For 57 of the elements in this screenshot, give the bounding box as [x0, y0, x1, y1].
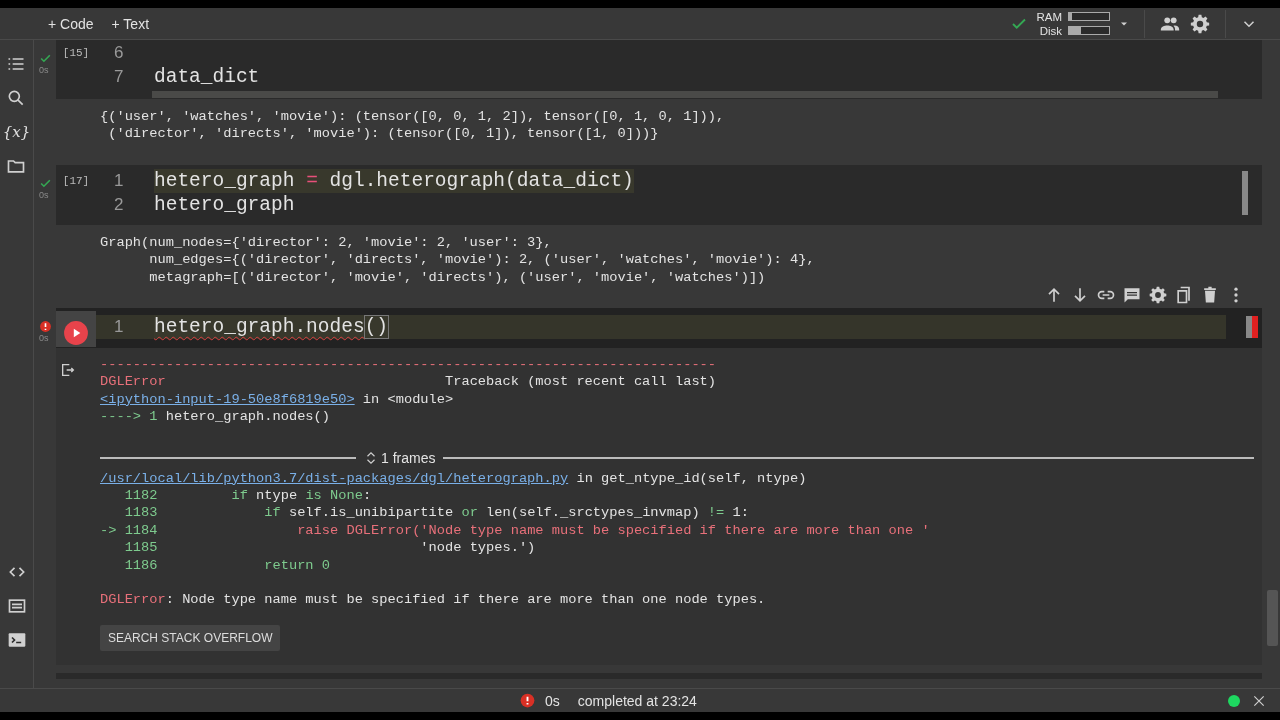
search-stack-overflow-button[interactable]: SEARCH STACK OVERFLOW [100, 624, 281, 651]
terminal-icon[interactable] [6, 630, 27, 650]
run-time: 0s [39, 189, 49, 200]
output-line: 1185 'node types.') [123, 539, 537, 557]
code-editor[interactable]: [17] 1 hetero_graph = dgl.heterograph(data_dict) 2 hetero_graph [56, 164, 1262, 225]
meter-label: RAM [1036, 9, 1062, 24]
run-time: 0s [39, 65, 49, 75]
comment-icon[interactable] [1122, 285, 1142, 306]
scrollbar-thumb[interactable] [1267, 590, 1278, 646]
execution-count: [17] [62, 174, 90, 187]
file-link[interactable]: /usr/local/lib/python3.7/dist-packages/dgl/heterograph.py [100, 470, 569, 486]
line-number: 1 [113, 169, 125, 192]
line-number: 6 [113, 42, 125, 64]
add-button[interactable]: + Code [42, 13, 100, 34]
close-icon[interactable] [1252, 693, 1266, 708]
output-line: -> 1184 raise DGLError('Node type name must be specified if there are more than one ' [100, 521, 931, 540]
frames-toggle[interactable]: 1 frames [364, 449, 436, 466]
output-line: Graph(num_nodes={'director': 2, 'movie': 2, 'user': 3}, [100, 233, 553, 252]
output-line: DGLError Traceback (most recent call last) [100, 373, 718, 391]
scrollbar-thumb[interactable] [1242, 170, 1248, 215]
output-line: 1182 if ntype is None: [123, 487, 373, 505]
output-line: 1186 return 0 [123, 556, 331, 575]
code-line: data_dict [154, 65, 260, 89]
line-number: 2 [113, 193, 125, 216]
code-editor[interactable]: [15] 6 7 data_dict [56, 40, 1262, 99]
settings-icon[interactable] [1189, 12, 1211, 35]
run-duration: 0s [545, 692, 560, 709]
output-line: 1183 if self.is_unibipartite or len(self._srctypes_invmap) != 1: [123, 504, 750, 522]
output-line: /usr/local/lib/python3.7/dist-packages/dgl/heterograph.py in get_ntype_id(self, ntype) [100, 469, 808, 488]
resources-button[interactable]: RAM Disk [1036, 9, 1110, 38]
line-number: 1 [113, 316, 125, 339]
line-number: 7 [113, 66, 125, 88]
expand-icon [364, 449, 378, 466]
usage-meter [1068, 26, 1110, 35]
meter-label: Disk [1039, 23, 1062, 38]
scrollbar-thumb[interactable] [152, 91, 1218, 98]
output-line: num_edges={('director', 'directs', 'movie'): 2, ('user', 'watches', 'movie'): 4}, [148, 251, 816, 269]
usage-meter [1068, 12, 1110, 21]
output-line: <ipython-input-19-50e8f6819e50> in <module> [100, 390, 455, 409]
add-button[interactable]: + Text [105, 13, 156, 34]
run-icon[interactable] [63, 320, 89, 347]
code-line: hetero_graph [154, 192, 295, 217]
output-line: metagraph=[('director', 'movie', 'directs'), ('user', 'movie', 'watches')]) [148, 268, 767, 287]
error-marker [1246, 316, 1258, 339]
form-icon[interactable] [6, 596, 27, 616]
output-line: ----> 1 hetero_graph.nodes() [100, 408, 331, 426]
output-line: ('director', 'directs', 'movie'): (tensor([0, 1]), tensor([1, 0]))} [107, 125, 660, 143]
file-link[interactable]: <ipython-input-19-50e8f6819e50> [100, 391, 355, 407]
output-line: --------------------------------------------------------------------------- [100, 356, 718, 374]
settings-icon[interactable] [1148, 285, 1168, 306]
status-message: completed at 23:24 [577, 692, 697, 709]
output-actions-icon[interactable] [60, 362, 76, 379]
run-time: 0s [39, 333, 49, 344]
output-line: DGLError: Node type name must be specified if there are more than one node types. [100, 591, 767, 609]
variables-button[interactable]: {x} [2, 122, 31, 142]
output-line: {('user', 'watches', 'movie'): (tensor([0, 0, 1, 2]), tensor([0, 1, 0, 1])), [100, 108, 726, 126]
execution-count: [15] [62, 47, 90, 59]
